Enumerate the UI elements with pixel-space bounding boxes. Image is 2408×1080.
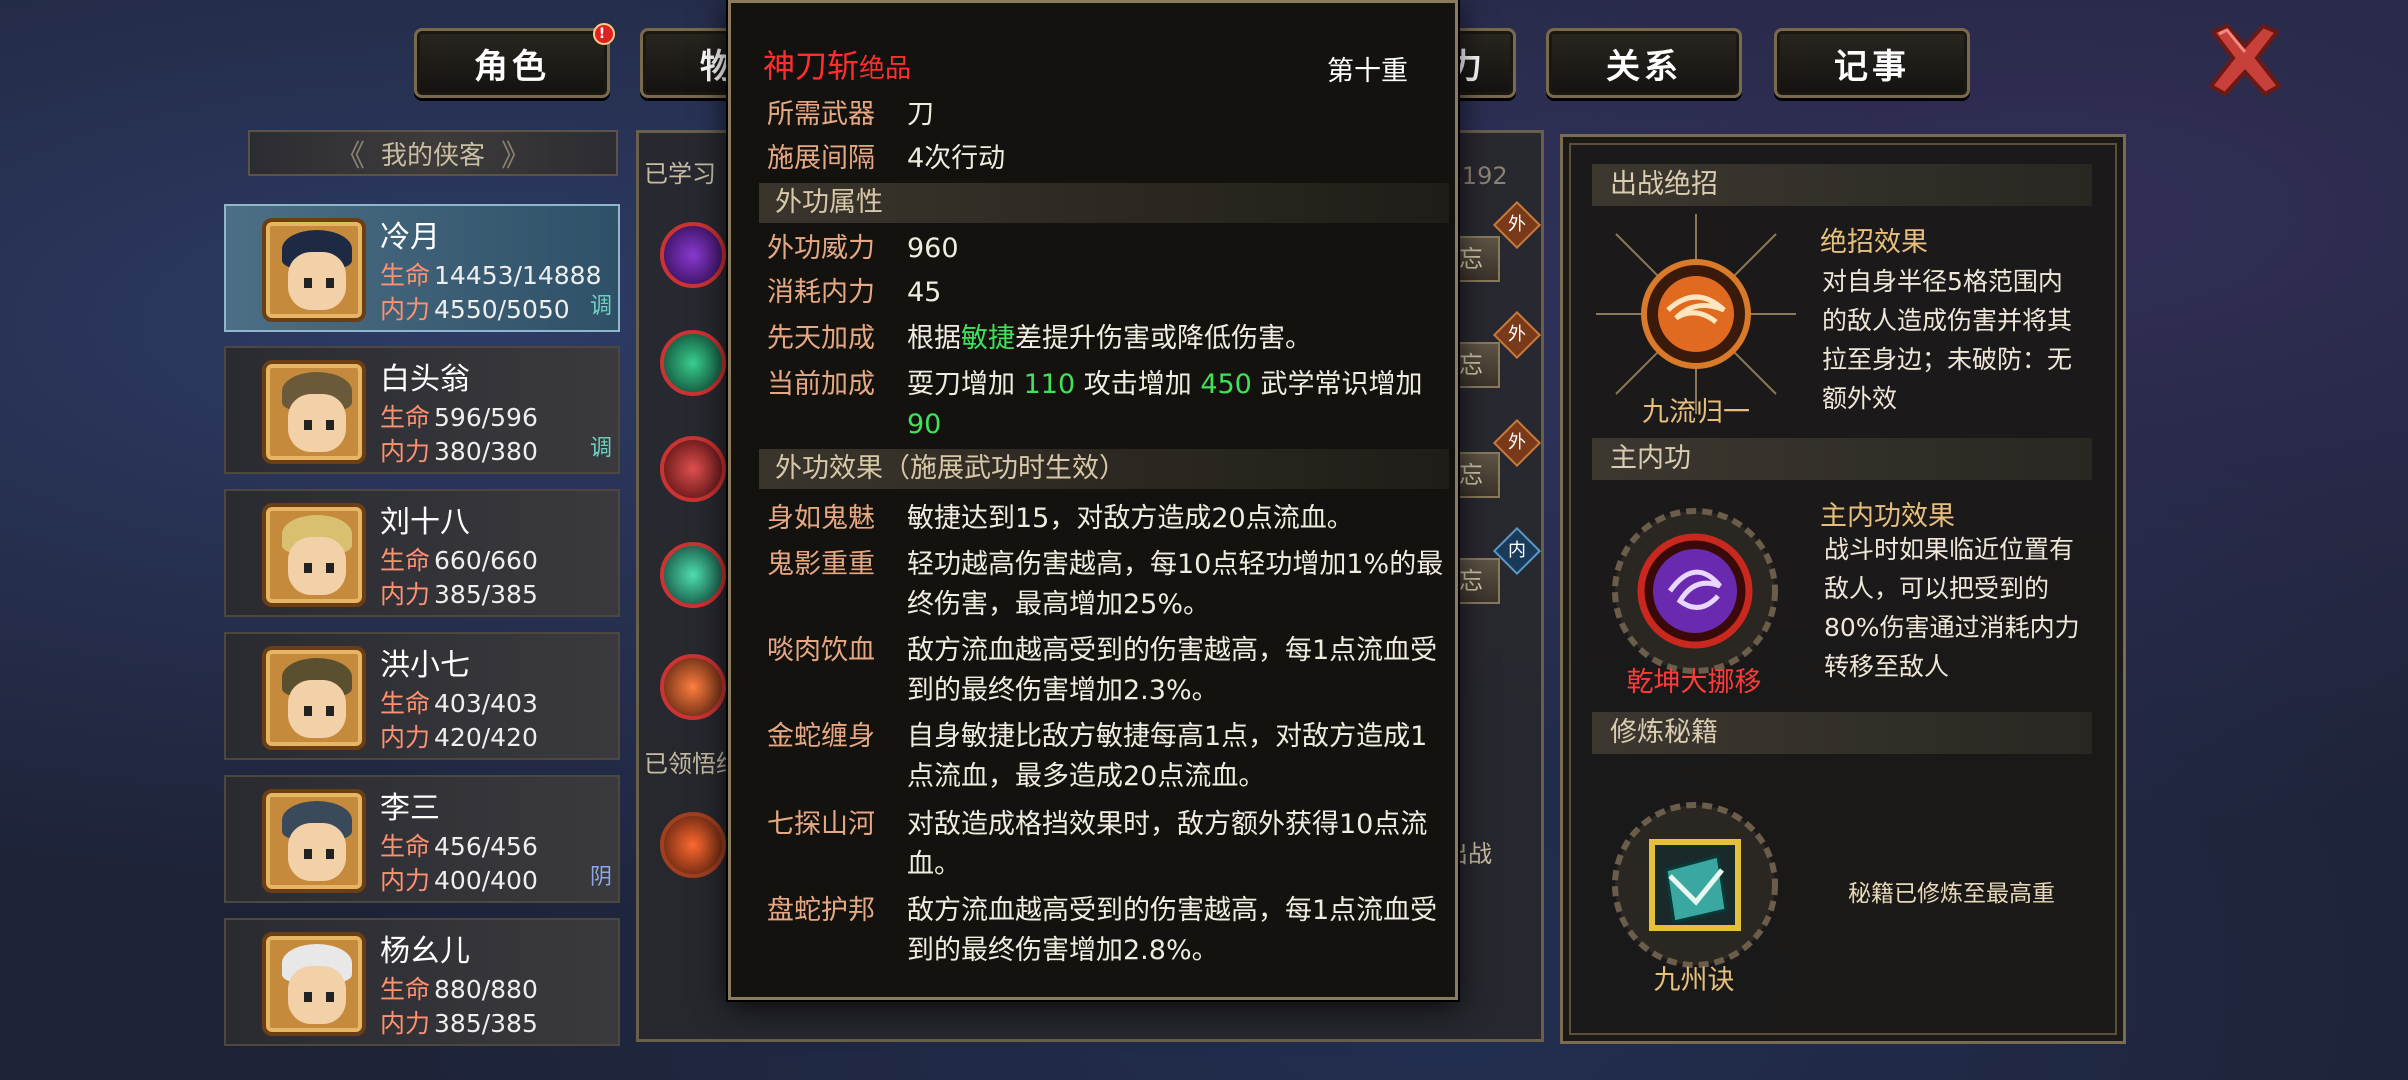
avatar: [262, 218, 366, 322]
skill-title: 神刀斩绝品: [763, 47, 912, 85]
hero-hp: 生命 456/456: [380, 832, 538, 861]
hero-mp: 内力 4550/5050: [380, 295, 570, 324]
hero-hp: 生命 596/596: [380, 403, 538, 432]
section-header: 外功效果（施展武功时生效）: [759, 449, 1449, 489]
ultimate-name: 九流归一: [1642, 397, 1750, 428]
skill-level: 第十重: [1327, 56, 1408, 87]
notification-badge: !: [593, 23, 615, 45]
hero-card[interactable]: 白头翁 生命 596/596 内力 380/380 调: [224, 346, 620, 474]
ultimate-bar: 出战绝招: [1592, 164, 2092, 206]
hero-tag: 阴: [589, 865, 612, 890]
ultimate-effect-desc: 对自身半径5格范围内的敌人造成伤害并将其拉至身边；未破防：无额外效: [1822, 267, 2073, 413]
tab-journal[interactable]: 记事: [1774, 28, 1970, 98]
tab-label: 记事: [1834, 46, 1910, 87]
hero-mp: 内力 420/420: [380, 723, 538, 752]
hero-name: 李三: [380, 791, 440, 826]
section-header: 外功属性: [759, 183, 1449, 223]
hero-mp: 内力 400/400: [380, 866, 538, 895]
hero-card[interactable]: 洪小七 生命 403/403 内力 420/420: [224, 632, 620, 760]
close-icon[interactable]: [2205, 22, 2285, 98]
skill-rank: 绝品: [859, 54, 912, 84]
hero-mp: 内力 385/385: [380, 1009, 538, 1038]
hero-card[interactable]: 冷月 生命 14453/14888 内力 4550/5050 调: [224, 204, 620, 332]
hero-hp: 生命 14453/14888: [380, 261, 602, 290]
roster-header: 《 我的侠客 》: [248, 130, 618, 176]
ultimate-skill-icon[interactable]: [1596, 214, 1796, 414]
hero-name: 杨幺儿: [380, 934, 470, 969]
tab-relations[interactable]: 关系: [1546, 28, 1742, 98]
tab-character[interactable]: 角色 !: [414, 23, 615, 98]
hero-card[interactable]: 刘十八 生命 660/660 内力 385/385: [224, 489, 620, 617]
ultimate-effect-heading: 绝招效果: [1820, 227, 1928, 258]
inner-skill-icon[interactable]: [1600, 496, 1790, 686]
hero-name: 洪小七: [380, 648, 470, 683]
inner-skill-name: 乾坤大挪移: [1626, 667, 1762, 698]
chevron-left-icon[interactable]: 《: [335, 131, 365, 175]
tab-label: 角色: [474, 46, 550, 87]
flower-skill-icon[interactable]: [660, 654, 726, 720]
tab-label: 关系: [1606, 46, 1682, 87]
avatar: [262, 789, 366, 893]
hero-tag: 调: [589, 436, 612, 461]
manual-book-icon[interactable]: [1600, 790, 1790, 980]
wind-skill-icon[interactable]: [660, 542, 726, 608]
hero-card[interactable]: 李三 生命 456/456 内力 400/400 阴: [224, 775, 620, 903]
hero-hp: 生命 880/880: [380, 975, 538, 1004]
avatar: [262, 646, 366, 750]
hero-hp: 生命 403/403: [380, 689, 538, 718]
vortex-skill-icon[interactable]: [660, 222, 726, 288]
hero-card[interactable]: 杨幺儿 生命 880/880 内力 385/385: [224, 918, 620, 1046]
spiral-skill-icon[interactable]: [660, 436, 726, 502]
inner-effect-desc: 战斗时如果临近位置有敌人，可以把受到的80%伤害通过消耗内力转移至敌人: [1824, 535, 2080, 681]
manual-status: 秘籍已修炼至最高重: [1848, 881, 2055, 907]
hero-mp: 内力 380/380: [380, 437, 538, 466]
learned-label: 已学习: [644, 160, 716, 188]
hero-mp: 内力 385/385: [380, 580, 538, 609]
skill-detail-popup: 神刀斩绝品 第十重 所需武器刀 施展间隔 4次行动 外功属性 外功威力 960 消耗…: [728, 0, 1458, 1000]
ultimate-skill-icon[interactable]: [660, 812, 726, 878]
manual-name: 九州诀: [1653, 965, 1735, 996]
hero-name: 冷月: [380, 220, 440, 255]
chevron-right-icon[interactable]: 》: [501, 131, 531, 175]
hero-name: 白头翁: [380, 362, 470, 397]
hero-hp: 生命 660/660: [380, 546, 538, 575]
hero-name: 刘十八: [380, 505, 470, 540]
leaf-skill-icon[interactable]: [660, 330, 726, 396]
avatar: [262, 932, 366, 1036]
roster-title: 我的侠客: [380, 140, 485, 171]
hero-tag: 调: [589, 294, 612, 319]
inner-skill-bar: 主内功: [1592, 438, 2092, 480]
inner-effect-heading: 主内功效果: [1820, 501, 1955, 532]
avatar: [262, 503, 366, 607]
manual-bar: 修炼秘籍: [1592, 712, 2092, 754]
avatar: [262, 360, 366, 464]
